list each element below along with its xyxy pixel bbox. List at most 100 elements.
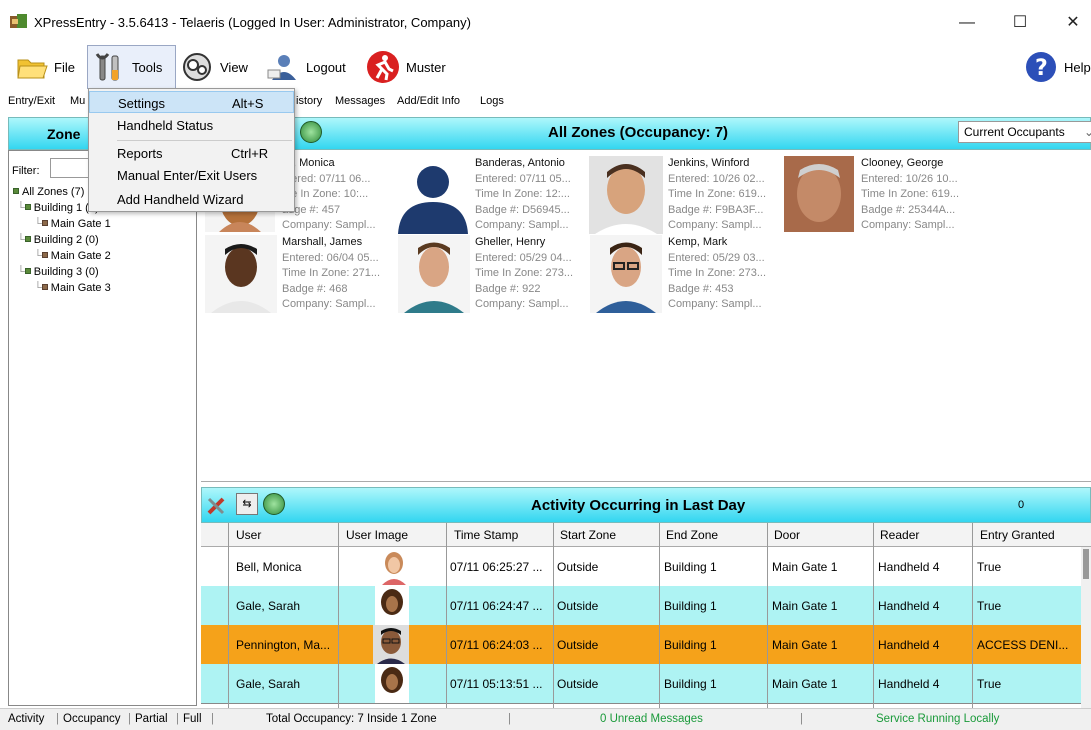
menu-item-reports[interactable]: Reports Ctrl+R: [89, 142, 294, 164]
settings-small-icon[interactable]: ⇆: [236, 493, 258, 515]
cell-start-zone: Outside: [557, 599, 599, 613]
occupant-card[interactable]: Jenkins, Winford Entered: 10/26 02... Ti…: [668, 156, 766, 234]
column-header-door[interactable]: Door: [774, 528, 800, 542]
door-icon: [41, 220, 48, 226]
menu-item-handheld-status[interactable]: Handheld Status: [89, 114, 294, 136]
column-header-start-zone[interactable]: Start Zone: [560, 528, 616, 542]
cell-door: Main Gate 1: [772, 560, 838, 574]
occupant-card[interactable]: ell, Monica ntered: 07/11 06... me In Zo…: [282, 156, 376, 234]
cell-end-zone: Building 1: [664, 638, 717, 652]
occupant-card[interactable]: Marshall, James Entered: 06/04 05... Tim…: [282, 235, 380, 313]
file-label: File: [54, 59, 75, 75]
occupant-view-select[interactable]: Current Occupants ⌄: [958, 121, 1091, 143]
occupant-photo-placeholder[interactable]: [396, 156, 468, 236]
refresh-icon[interactable]: [300, 121, 322, 143]
cell-time-stamp: 07/11 06:24:03 ...: [450, 638, 543, 652]
minimize-button[interactable]: —: [947, 10, 987, 36]
cell-entry-granted: ACCESS DENI...: [977, 638, 1069, 652]
occupant-photo[interactable]: [589, 156, 663, 236]
tree-item-main-gate-3[interactable]: └ Main Gate 3: [34, 282, 111, 294]
occupant-card[interactable]: Gheller, Henry Entered: 05/29 04... Time…: [475, 235, 573, 313]
menu-item-manual-enter-exit[interactable]: Manual Enter/Exit Users: [89, 164, 294, 186]
user-thumbnail: [375, 664, 409, 706]
table-row[interactable]: [201, 664, 1087, 704]
tools-label: Tools: [132, 59, 163, 75]
status-tab-occupancy[interactable]: Occupancy: [63, 713, 121, 725]
cell-start-zone: Outside: [557, 638, 599, 652]
occupant-photo[interactable]: [398, 235, 470, 315]
cell-door: Main Gate 1: [772, 599, 838, 613]
muster-button[interactable]: Muster: [366, 47, 446, 87]
column-header-user[interactable]: User: [236, 528, 261, 542]
folder-icon: [14, 50, 48, 84]
table-row[interactable]: [201, 586, 1087, 626]
tab-messages[interactable]: Messages: [335, 95, 385, 107]
help-icon: ?: [1024, 50, 1058, 84]
status-service: Service Running Locally: [876, 713, 1000, 725]
table-row[interactable]: [201, 625, 1087, 665]
vertical-scrollbar[interactable]: [1081, 547, 1091, 708]
cell-end-zone: Building 1: [664, 599, 717, 613]
activity-grid-header: [201, 523, 1091, 547]
occupant-photo[interactable]: [205, 235, 277, 315]
cell-reader: Handheld 4: [878, 560, 940, 574]
cell-entry-granted: True: [977, 677, 1002, 691]
file-menu-button[interactable]: File: [14, 47, 75, 87]
tab-history[interactable]: istory: [296, 95, 322, 107]
occupant-card[interactable]: Banderas, Antonio Entered: 07/11 05... T…: [475, 156, 571, 234]
zone-icon: [24, 268, 31, 274]
cell-entry-granted: True: [977, 560, 1002, 574]
emergency-exit-icon: [366, 50, 400, 84]
view-menu-button[interactable]: View: [180, 47, 248, 87]
gear-icon: [180, 50, 214, 84]
maximize-button[interactable]: ☐: [1000, 10, 1040, 36]
occupant-photo[interactable]: [590, 235, 662, 315]
tree-item-main-gate-1[interactable]: └ Main Gate 1: [34, 218, 111, 230]
cell-reader: Handheld 4: [878, 638, 940, 652]
column-header-entry-granted[interactable]: Entry Granted: [980, 528, 1055, 542]
occupant-card[interactable]: Kemp, Mark Entered: 05/29 03... Time In …: [668, 235, 766, 313]
cell-user: Bell, Monica: [236, 560, 302, 574]
close-button[interactable]: ✕: [1053, 10, 1091, 36]
tree-item-building-2[interactable]: └ Building 2 (0): [17, 234, 99, 246]
column-header-user-image[interactable]: User Image: [346, 528, 408, 542]
menu-item-settings[interactable]: Settings Alt+S: [89, 91, 294, 113]
chevron-down-icon: ⌄: [1084, 125, 1091, 139]
view-label: View: [220, 59, 248, 75]
status-unread-messages[interactable]: 0 Unread Messages: [600, 713, 703, 725]
refresh-icon[interactable]: [263, 493, 285, 515]
tab-logs[interactable]: Logs: [480, 95, 504, 107]
cell-entry-granted: True: [977, 599, 1002, 613]
column-header-time-stamp[interactable]: Time Stamp: [454, 528, 518, 542]
occupant-card[interactable]: Clooney, George Entered: 10/26 10... Tim…: [861, 156, 959, 234]
tree-item-main-gate-2[interactable]: └ Main Gate 2: [34, 250, 111, 262]
cell-reader: Handheld 4: [878, 599, 940, 613]
status-tab-partial[interactable]: Partial: [135, 713, 168, 725]
column-header-end-zone[interactable]: End Zone: [666, 528, 718, 542]
tree-item-building-1[interactable]: └ Building 1 (7): [17, 202, 99, 214]
logout-button[interactable]: Logout: [266, 47, 346, 87]
occupant-photo[interactable]: [784, 156, 854, 236]
zones-title: All Zones (Occupancy: 7): [548, 124, 729, 141]
status-tab-full[interactable]: Full: [183, 713, 202, 725]
help-button[interactable]: ? Help: [1024, 47, 1091, 87]
status-tab-activity[interactable]: Activity: [8, 713, 44, 725]
column-header-reader[interactable]: Reader: [880, 528, 919, 542]
tree-item-building-3[interactable]: └ Building 3 (0): [17, 266, 99, 278]
table-row[interactable]: [201, 547, 1087, 587]
activity-count: 0: [1018, 499, 1025, 511]
app-icon: [10, 14, 28, 30]
tools-icon[interactable]: [205, 493, 229, 520]
tab-add-edit-info[interactable]: Add/Edit Info: [397, 95, 460, 107]
cell-user: Gale, Sarah: [236, 677, 301, 691]
tree-item-all-zones[interactable]: All Zones (7): [13, 186, 84, 198]
tools-menu-button[interactable]: Tools: [87, 45, 176, 89]
filter-input[interactable]: [50, 158, 92, 178]
tab-entry-exit[interactable]: Entry/Exit: [8, 95, 55, 107]
tab-muster[interactable]: Mu: [70, 95, 85, 107]
zone-icon: [24, 204, 31, 210]
zone-icon: [13, 188, 19, 194]
status-total-occupancy: Total Occupancy: 7 Inside 1 Zone: [266, 713, 437, 725]
menu-item-add-handheld-wizard[interactable]: Add Handheld Wizard: [89, 188, 294, 210]
cell-reader: Handheld 4: [878, 677, 940, 691]
